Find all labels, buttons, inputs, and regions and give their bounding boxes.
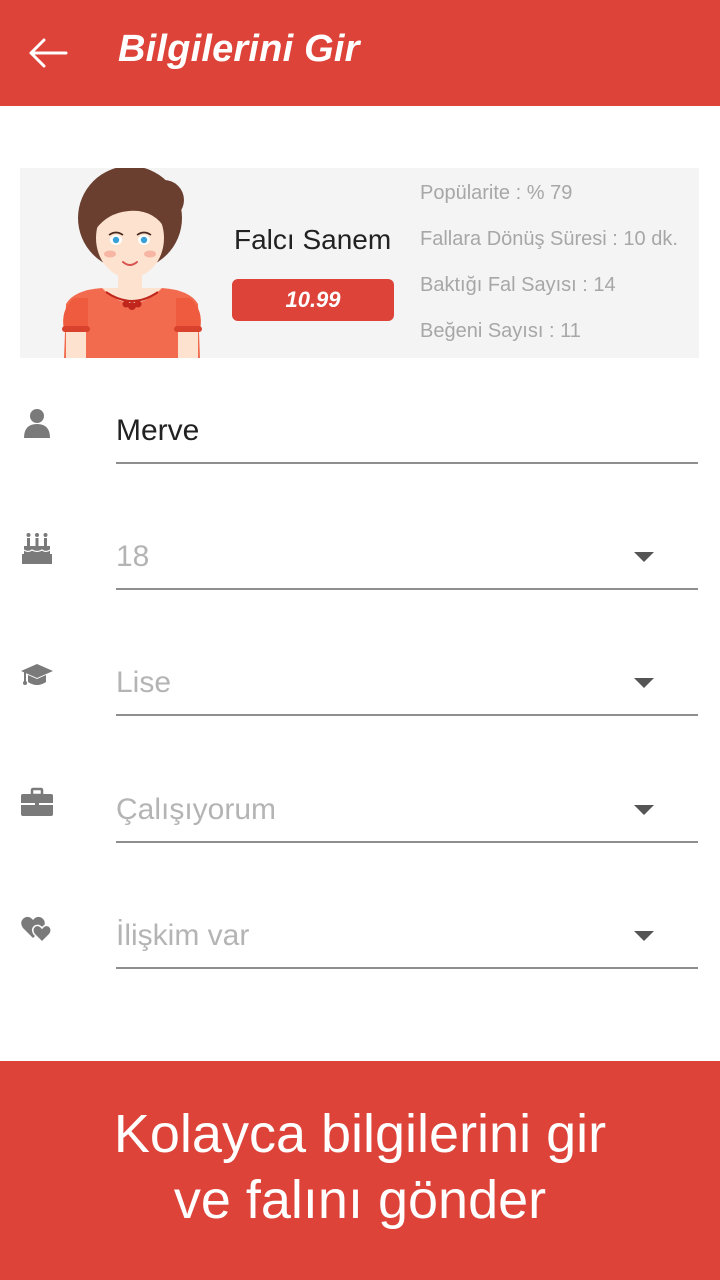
birthday-cake-icon — [22, 533, 52, 564]
chevron-down-icon — [634, 552, 654, 562]
app-bar: Bilgilerini Gir — [0, 0, 720, 106]
page-title: Bilgilerini Gir — [118, 28, 360, 70]
education-row: Lise — [0, 654, 720, 754]
chevron-down-icon — [634, 678, 654, 688]
promo-line-2: ve falını gönder — [173, 1170, 547, 1230]
employment-value: Çalışıyorum — [116, 793, 277, 826]
fortune-teller-avatar — [62, 168, 202, 358]
stat-popularity: Popülarite : % 79 — [420, 182, 573, 204]
chevron-down-icon — [634, 805, 654, 815]
price-button[interactable]: 10.99 — [232, 279, 394, 321]
age-dropdown[interactable]: 18 — [116, 528, 698, 590]
age-value: 18 — [116, 540, 150, 573]
briefcase-icon — [21, 787, 53, 816]
employment-row: Çalışıyorum — [0, 781, 720, 881]
fortune-teller-card: Falcı Sanem 10.99 Popülarite : % 79 Fall… — [20, 168, 699, 358]
hearts-icon — [21, 916, 53, 944]
arrow-left-icon — [29, 38, 68, 68]
stat-like-count: Beğeni Sayısı : 11 — [420, 320, 581, 342]
employment-dropdown[interactable]: Çalışıyorum — [116, 781, 698, 843]
person-icon — [24, 409, 50, 438]
promo-line-1: Kolayca bilgilerini gir — [113, 1104, 607, 1164]
education-value: Lise — [116, 666, 172, 699]
age-row: 18 — [0, 528, 720, 628]
stat-response-time: Fallara Dönüş Süresi : 10 dk. — [420, 228, 678, 250]
education-dropdown[interactable]: Lise — [116, 654, 698, 716]
relationship-dropdown[interactable]: İlişkim var — [116, 907, 698, 969]
chevron-down-icon — [634, 931, 654, 941]
graduation-cap-icon — [21, 664, 53, 685]
stat-reading-count: Baktığı Fal Sayısı : 14 — [420, 274, 616, 296]
name-field[interactable]: Merve — [116, 402, 698, 464]
name-value: Merve — [116, 414, 200, 447]
relationship-row: İlişkim var — [0, 907, 720, 1007]
back-button[interactable] — [22, 30, 72, 76]
fortune-teller-name: Falcı Sanem — [234, 224, 392, 255]
relationship-value: İlişkim var — [116, 919, 250, 952]
promo-banner: Kolayca bilgilerini gir ve falını gönder — [0, 1061, 720, 1280]
name-row: Merve — [0, 402, 720, 502]
